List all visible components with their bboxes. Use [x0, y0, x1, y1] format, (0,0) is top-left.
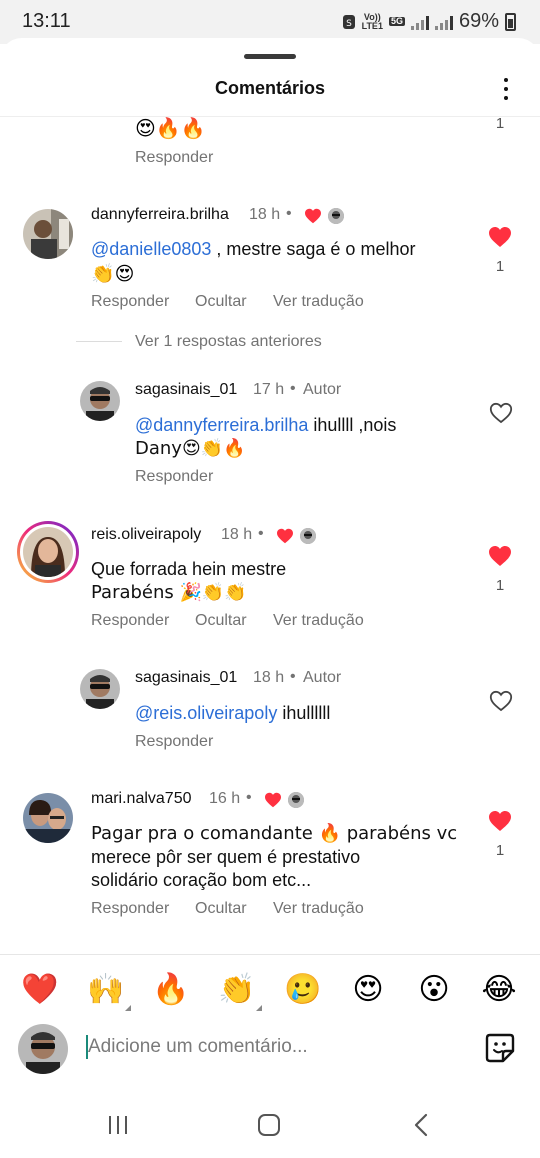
dot-separator: • — [290, 668, 296, 685]
like-heart-outline-icon[interactable] — [489, 690, 513, 712]
mention-link[interactable]: @reis.oliveirapoly — [135, 703, 277, 723]
quick-reactions-bar: ❤️ 🙌 🔥 👏 🥲 😍 😮 😂 — [0, 954, 540, 1024]
translate-button[interactable]: Ver tradução — [273, 293, 364, 311]
avatar[interactable] — [80, 669, 120, 709]
skin-tone-indicator — [256, 1005, 262, 1011]
creator-liked-heart-icon — [277, 528, 293, 544]
signal-icon-2 — [434, 14, 453, 30]
reaction-raised-hands-icon[interactable]: 🙌 — [87, 971, 131, 1011]
comment-composer: Adicione um comentário... — [0, 1024, 540, 1074]
translate-button[interactable]: Ver tradução — [273, 612, 364, 630]
network-5g-indicator: 5G — [388, 16, 405, 26]
reply-button[interactable]: Responder — [135, 468, 213, 486]
like-count: 1 — [495, 577, 505, 594]
avatar[interactable] — [23, 527, 73, 577]
like-count: 1 — [495, 842, 505, 859]
comment-time: 18 h — [221, 526, 253, 543]
hide-button[interactable]: Ocultar — [195, 900, 247, 918]
comment-username[interactable]: mari.nalva750 — [91, 790, 192, 808]
reply-button[interactable]: Responder — [91, 293, 169, 311]
reply-text: @reis.oliveirapoly ihullllll — [135, 703, 331, 723]
data-saver-icon: S — [342, 14, 355, 29]
volte-indicator: Vo)) LTE1 — [361, 11, 383, 31]
comment-text: Que forrada hein mestre — [91, 559, 287, 579]
reply-text-line2: Dany😍👏🔥 — [135, 438, 246, 459]
more-options-icon[interactable] — [498, 76, 514, 102]
signal-icon-1 — [410, 14, 429, 30]
reaction-clap-icon[interactable]: 👏 — [218, 971, 262, 1011]
view-previous-replies[interactable]: Ver 1 respostas anteriores — [135, 333, 322, 351]
like-heart-icon[interactable] — [488, 545, 512, 567]
replies-divider — [76, 341, 122, 342]
translate-button[interactable]: Ver tradução — [273, 900, 364, 918]
drag-handle[interactable] — [244, 54, 296, 59]
avatar[interactable] — [80, 381, 120, 421]
hide-button[interactable]: Ocultar — [195, 612, 247, 630]
creator-avatar — [328, 208, 344, 224]
reply-button[interactable]: Responder — [135, 733, 213, 751]
home-icon[interactable] — [257, 1113, 281, 1137]
author-label: Autor — [303, 381, 342, 398]
comment-text-line2: Parabéns 🎉👏👏 — [91, 582, 247, 603]
like-count: 1 — [495, 115, 505, 132]
reaction-surprised-icon[interactable]: 😮 — [415, 971, 453, 1009]
battery-icon — [505, 12, 516, 31]
hide-button[interactable]: Ocultar — [195, 293, 247, 311]
comment-text-line2: merece pôr ser quem é prestativo — [91, 847, 361, 867]
creator-avatar — [288, 792, 304, 808]
reply-button[interactable]: Responder — [91, 612, 169, 630]
comment-time: 18 h — [249, 206, 281, 223]
reaction-heart-eyes-icon[interactable]: 😍 — [349, 971, 387, 1009]
reaction-tear-smile-icon[interactable]: 🥲 — [284, 971, 322, 1009]
comment-username[interactable]: dannyferreira.brilha — [91, 206, 229, 224]
sheet-title: Comentários — [214, 78, 326, 98]
status-icons: S Vo)) LTE1 5G 69% — [342, 10, 516, 33]
comment-input[interactable]: Adicione um comentário... — [88, 1036, 308, 1058]
skin-tone-indicator — [125, 1005, 131, 1011]
comment-text-line3: solidário coração bom etc... — [91, 870, 312, 890]
creator-liked-heart-icon — [265, 792, 281, 808]
dot-separator: • — [246, 789, 252, 806]
creator-liked-heart-icon — [305, 208, 321, 224]
system-nav-bar — [0, 1090, 540, 1158]
reply-time: 17 h — [253, 381, 285, 398]
comment-username[interactable]: reis.oliveirapoly — [91, 526, 201, 544]
comment-text-emojis: 👏😍 — [91, 263, 135, 285]
reply-username[interactable]: sagasinais_01 — [135, 669, 237, 687]
dot-separator: • — [290, 380, 296, 397]
dot-separator: • — [258, 525, 264, 542]
mention-link[interactable]: @danielle0803 — [91, 239, 211, 259]
avatar[interactable] — [23, 793, 73, 843]
reply-text: @dannyferreira.brilha ihullll ,nois — [135, 415, 397, 435]
back-icon[interactable] — [410, 1112, 432, 1138]
like-heart-icon[interactable] — [488, 810, 512, 832]
reaction-heart-icon[interactable]: ❤️ — [21, 971, 59, 1009]
reaction-laughing-icon[interactable]: 😂 — [480, 971, 518, 1009]
header-divider — [0, 116, 540, 117]
sticker-icon[interactable] — [484, 1032, 516, 1064]
mention-link[interactable]: @dannyferreira.brilha — [135, 415, 308, 435]
status-time: 13:11 — [22, 10, 71, 32]
reply-button[interactable]: Responder — [91, 900, 169, 918]
creator-avatar — [300, 528, 316, 544]
battery-percent: 69% — [458, 10, 499, 32]
recent-apps-icon[interactable] — [106, 1114, 130, 1136]
like-count: 1 — [495, 258, 505, 275]
reply-username[interactable]: sagasinais_01 — [135, 381, 237, 399]
my-avatar — [18, 1024, 68, 1074]
reply-button[interactable]: Responder — [135, 149, 213, 167]
like-heart-outline-icon[interactable] — [489, 402, 513, 424]
dot-separator: • — [286, 205, 292, 222]
author-label: Autor — [303, 669, 342, 686]
like-heart-icon[interactable] — [488, 226, 512, 248]
reply-time: 18 h — [253, 669, 285, 686]
reaction-fire-icon[interactable]: 🔥 — [152, 971, 190, 1009]
comment-time: 16 h — [209, 790, 241, 807]
comment-text: Pagar pra o comandante 🔥 parabéns vc — [91, 823, 458, 844]
avatar[interactable] — [23, 209, 73, 259]
comment-text: @danielle0803 , mestre saga é o melhor — [91, 239, 416, 259]
partial-comment-text: 😍🔥🔥 — [135, 116, 206, 140]
svg-text:S: S — [346, 19, 352, 29]
